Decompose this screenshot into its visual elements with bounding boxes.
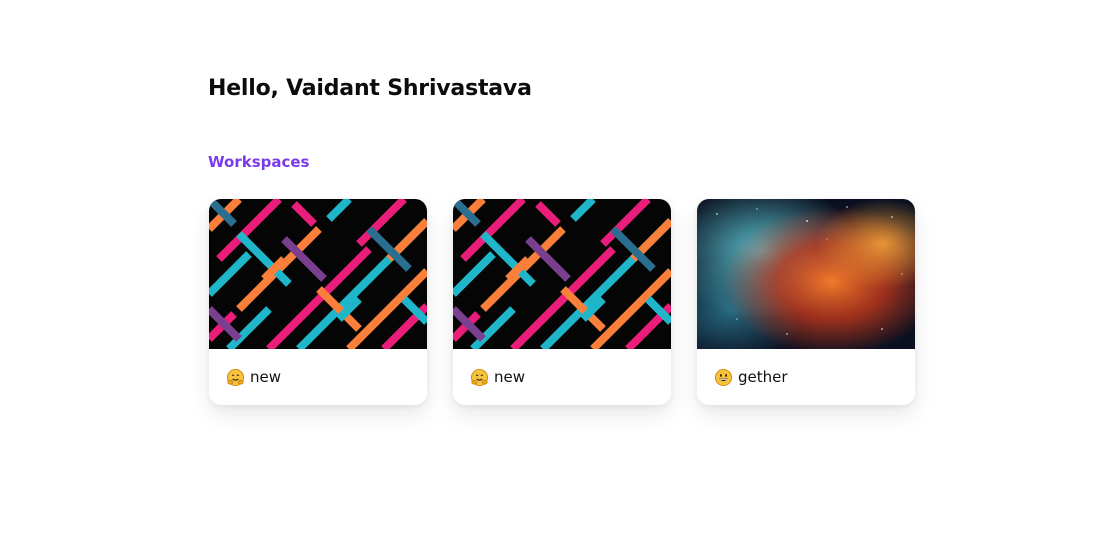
workspace-card-list: new new gether xyxy=(209,199,915,405)
workspace-cover-image xyxy=(209,199,427,349)
grinning-face-emoji-icon xyxy=(714,368,733,387)
workspace-name: new xyxy=(494,368,526,386)
workspace-cover-image xyxy=(697,199,915,349)
workspace-card[interactable]: new xyxy=(209,199,427,405)
workspace-card[interactable]: gether xyxy=(697,199,915,405)
workspace-cover-image xyxy=(453,199,671,349)
greeting-heading: Hello, Vaidant Shrivastava xyxy=(208,76,532,101)
workspaces-section-label: Workspaces xyxy=(208,153,310,171)
workspace-card-footer: gether xyxy=(697,349,915,405)
dashboard-page: Hello, Vaidant Shrivastava Workspaces ne… xyxy=(0,0,1101,554)
workspace-name: gether xyxy=(738,368,788,386)
workspace-card-footer: new xyxy=(209,349,427,405)
workspace-name: new xyxy=(250,368,282,386)
hugging-face-emoji-icon xyxy=(470,368,489,387)
workspace-card-footer: new xyxy=(453,349,671,405)
hugging-face-emoji-icon xyxy=(226,368,245,387)
workspace-card[interactable]: new xyxy=(453,199,671,405)
